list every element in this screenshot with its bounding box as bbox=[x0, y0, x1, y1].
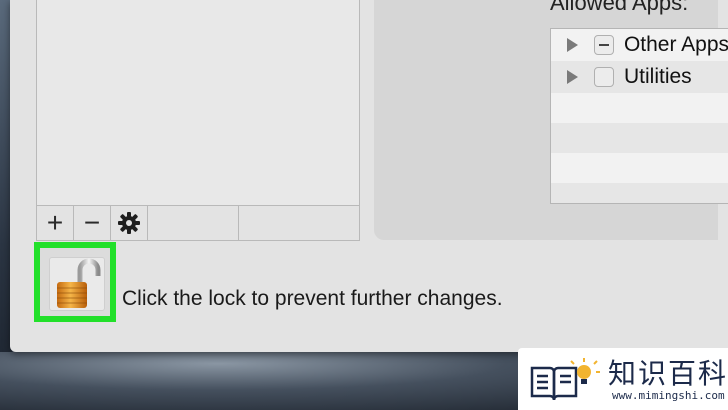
disclosure-triangle-icon[interactable] bbox=[567, 70, 578, 84]
other-apps-checkbox[interactable] bbox=[594, 35, 614, 55]
user-list-panel[interactable] bbox=[36, 0, 360, 206]
plus-icon: + bbox=[46, 207, 64, 238]
empty-row bbox=[551, 153, 728, 183]
lock-button[interactable] bbox=[49, 257, 105, 311]
lock-caption: Click the lock to prevent further change… bbox=[122, 287, 503, 310]
user-list-toolbar: + − bbox=[36, 205, 360, 241]
empty-row bbox=[551, 183, 728, 203]
toolbar-spacer bbox=[148, 206, 239, 240]
unlocked-padlock-icon bbox=[57, 258, 101, 308]
brand-name: 知识百科 bbox=[608, 357, 728, 390]
utilities-checkbox[interactable] bbox=[594, 67, 614, 87]
lock-highlight bbox=[34, 242, 116, 322]
gear-icon bbox=[118, 212, 140, 234]
app-category-label: Other Apps bbox=[623, 33, 728, 56]
action-menu-button[interactable] bbox=[111, 206, 148, 240]
list-item[interactable]: Utilities bbox=[551, 61, 728, 93]
remove-button[interactable]: − bbox=[74, 206, 111, 240]
book-lightbulb-logo-icon bbox=[530, 358, 600, 401]
brand-url: www.mimingshi.com bbox=[612, 389, 725, 402]
disclosure-triangle-icon[interactable] bbox=[567, 38, 578, 52]
empty-row bbox=[551, 123, 728, 153]
allowed-apps-list[interactable]: Other Apps Utilities bbox=[550, 28, 728, 204]
empty-row bbox=[551, 93, 728, 123]
add-button[interactable]: + bbox=[37, 206, 74, 240]
list-item[interactable]: Other Apps bbox=[551, 29, 728, 61]
minus-icon: − bbox=[83, 207, 101, 238]
allowed-apps-label: Allowed Apps: bbox=[550, 0, 689, 15]
app-category-label: Utilities bbox=[624, 65, 692, 88]
